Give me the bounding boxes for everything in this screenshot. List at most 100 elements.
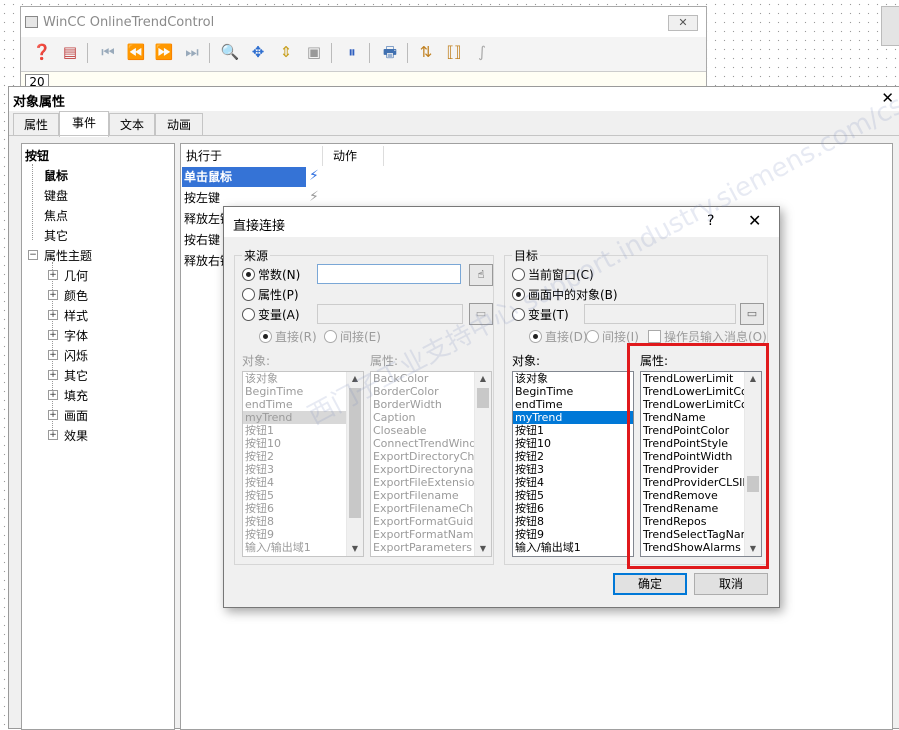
side-button[interactable]	[881, 6, 899, 46]
expand-icon[interactable]: +	[48, 290, 58, 300]
move-icon[interactable]: ✥	[247, 41, 269, 63]
zoom-icon[interactable]: 🔍	[219, 41, 241, 63]
list-item[interactable]: Caption	[371, 411, 491, 424]
first-icon[interactable]: ⏮	[97, 41, 119, 63]
ok-button[interactable]: 确定	[613, 573, 687, 595]
list-item[interactable]: 按钮9	[243, 528, 363, 541]
event-row[interactable]: 按左键	[182, 188, 306, 208]
tree-root-button[interactable]: 按钮	[25, 147, 49, 164]
list-item[interactable]: 按钮9	[513, 528, 633, 541]
column-header-trigger[interactable]: 执行于	[182, 146, 323, 166]
radio-indirect-source[interactable]: 间接(E)	[324, 328, 381, 345]
select-trend-icon[interactable]: ⇅	[415, 41, 437, 63]
ruler-icon[interactable]: ⟦⟧	[443, 41, 465, 63]
radio-direct-source[interactable]: 直接(R)	[259, 328, 317, 345]
tree-item-effects[interactable]: 效果	[64, 427, 88, 444]
list-item[interactable]: ExportFileExtension	[371, 476, 491, 489]
column-header-action[interactable]: 动作	[323, 146, 384, 166]
prev-icon[interactable]: ⏪	[125, 41, 147, 63]
list-item[interactable]: ExportDirectoryChanged	[371, 450, 491, 463]
constant-browse-button[interactable]: ☝	[469, 264, 493, 286]
list-item[interactable]: ExportFilename	[371, 489, 491, 502]
list-item[interactable]: 按钮4	[243, 476, 363, 489]
stop-icon[interactable]: ⏸	[341, 41, 363, 63]
list-item[interactable]: ConnectTrendWindows	[371, 437, 491, 450]
tag-input[interactable]	[317, 304, 463, 324]
tree-item-filling[interactable]: 填充	[64, 387, 88, 404]
expand-icon[interactable]: +	[48, 310, 58, 320]
last-icon[interactable]: ⏭	[181, 41, 203, 63]
tree-item-picture[interactable]: 画面	[64, 407, 88, 424]
list-item[interactable]: 输入/输出域1	[513, 541, 633, 554]
constant-input[interactable]	[317, 264, 461, 284]
list-item[interactable]: 按钮6	[513, 502, 633, 515]
source-property-list[interactable]: BackColor BorderColor BorderWidth Captio…	[370, 371, 492, 557]
expand-icon[interactable]: +	[48, 350, 58, 360]
expand-icon[interactable]: +	[48, 330, 58, 340]
list-item[interactable]: 按钮1	[243, 424, 363, 437]
action-lightning-icon[interactable]: ⚡	[309, 189, 319, 205]
trend-close-button[interactable]: ✕	[668, 15, 698, 31]
list-item[interactable]: 按钮2	[243, 450, 363, 463]
list-item[interactable]: 按钮10	[243, 437, 363, 450]
dialog-close-button[interactable]: ✕	[748, 211, 761, 230]
original-view-icon[interactable]: ▣	[303, 41, 325, 63]
action-lightning-icon[interactable]: ⚡	[309, 168, 319, 184]
list-item[interactable]: 按钮1	[513, 424, 633, 437]
tree-item-flashing[interactable]: 闪烁	[64, 347, 88, 364]
list-item[interactable]: myTrend	[513, 411, 633, 424]
expand-icon[interactable]: +	[48, 270, 58, 280]
tree-item-focus[interactable]: 焦点	[44, 207, 68, 224]
tab-animation[interactable]: 动画	[155, 113, 203, 136]
radio-tag[interactable]: 变量(A)	[242, 306, 300, 323]
zoom-area-icon[interactable]: ⇕	[275, 41, 297, 63]
expand-icon[interactable]: +	[48, 430, 58, 440]
tree-item-keyboard[interactable]: 键盘	[44, 187, 68, 204]
list-item[interactable]: ExportFormatName	[371, 528, 491, 541]
statistics-icon[interactable]: ∫	[471, 41, 493, 63]
next-icon[interactable]: ⏩	[153, 41, 175, 63]
list-item[interactable]: endTime	[513, 398, 633, 411]
collapse-icon[interactable]: −	[28, 250, 38, 260]
scrollbar[interactable]: ▲ ▼	[474, 372, 491, 556]
target-object-list[interactable]: 该对象 BeginTime endTime myTrend 按钮1 按钮10 按…	[512, 371, 634, 557]
list-item[interactable]: 按钮3	[513, 463, 633, 476]
list-item[interactable]: 按钮10	[513, 437, 633, 450]
tree-item-mouse[interactable]: 鼠标	[44, 167, 68, 184]
radio-constant[interactable]: 常数(N)	[242, 266, 300, 283]
list-item[interactable]: 按钮8	[243, 515, 363, 528]
tree-item-style[interactable]: 样式	[64, 307, 88, 324]
list-item[interactable]: 按钮6	[243, 502, 363, 515]
list-item[interactable]: 按钮5	[513, 489, 633, 502]
config-icon[interactable]: ▤	[59, 41, 81, 63]
target-tag-input[interactable]	[584, 304, 736, 324]
tree-item-geometry[interactable]: 几何	[64, 267, 88, 284]
list-item[interactable]: 该对象	[513, 372, 633, 385]
list-item[interactable]: ExportParameters	[371, 541, 491, 554]
list-item[interactable]: 按钮2	[513, 450, 633, 463]
list-item[interactable]: ExportFormatGuid	[371, 515, 491, 528]
list-item[interactable]: ExportDirectoryname	[371, 463, 491, 476]
list-item[interactable]: BeginTime	[513, 385, 633, 398]
help-icon[interactable]: ❓	[31, 41, 53, 63]
radio-property[interactable]: 属性(P)	[242, 286, 299, 303]
tree-item-colors[interactable]: 颜色	[64, 287, 88, 304]
tab-events[interactable]: 事件	[59, 111, 109, 137]
expand-icon[interactable]: +	[48, 370, 58, 380]
radio-direct-target[interactable]: 直接(D)	[529, 328, 588, 345]
list-item[interactable]: 按钮3	[243, 463, 363, 476]
list-item[interactable]: 按钮4	[513, 476, 633, 489]
cancel-button[interactable]: 取消	[694, 573, 768, 595]
list-item[interactable]: ExportFilenameChanged	[371, 502, 491, 515]
target-tag-browse-icon[interactable]: ▭	[740, 303, 764, 325]
list-item[interactable]: 按钮8	[513, 515, 633, 528]
tree-item-misc[interactable]: 其它	[64, 367, 88, 384]
event-row[interactable]: 单击鼠标	[182, 167, 306, 187]
tree-item-other[interactable]: 其它	[44, 227, 68, 244]
tab-properties[interactable]: 属性	[13, 113, 59, 136]
list-item[interactable]: 输入/输出域1	[243, 541, 363, 554]
tab-text[interactable]: 文本	[109, 113, 155, 136]
tree-item-font[interactable]: 字体	[64, 327, 88, 344]
list-item[interactable]: Closeable	[371, 424, 491, 437]
list-item[interactable]: 按钮5	[243, 489, 363, 502]
